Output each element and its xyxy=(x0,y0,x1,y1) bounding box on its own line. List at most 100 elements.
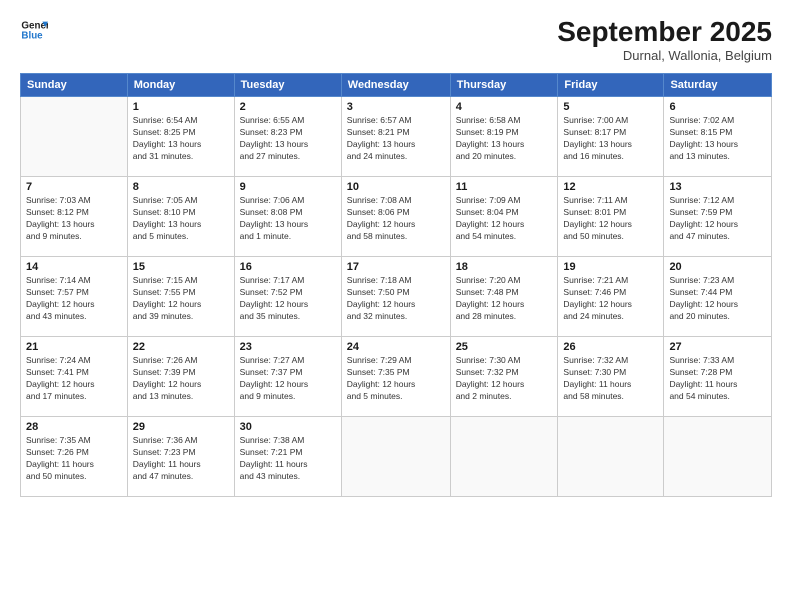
day-number: 26 xyxy=(563,341,658,353)
day-number: 17 xyxy=(347,261,445,273)
table-row: 19 Sunrise: 7:21 AMSunset: 7:46 PMDayligh… xyxy=(558,257,664,337)
day-info: Sunrise: 7:21 AMSunset: 7:46 PMDaylight:… xyxy=(563,275,658,323)
col-monday: Monday xyxy=(127,74,234,97)
page-header: General Blue September 2025 Durnal, Wall… xyxy=(20,16,772,63)
day-number: 21 xyxy=(26,341,122,353)
day-number: 16 xyxy=(240,261,336,273)
day-info: Sunrise: 7:08 AMSunset: 8:06 PMDaylight:… xyxy=(347,195,445,243)
day-number: 6 xyxy=(669,101,766,113)
table-row: 1 Sunrise: 6:54 AMSunset: 8:25 PMDaylight… xyxy=(127,97,234,177)
title-block: September 2025 Durnal, Wallonia, Belgium xyxy=(557,16,772,63)
table-row: 5Sunrise: 7:00 AMSunset: 8:17 PMDaylight… xyxy=(558,97,664,177)
day-info: Sunrise: 7:38 AMSunset: 7:21 PMDaylight:… xyxy=(240,435,336,483)
table-row: 25 Sunrise: 7:30 AMSunset: 7:32 PMDayligh… xyxy=(450,337,558,417)
day-number: 23 xyxy=(240,341,336,353)
table-row: 27Sunrise: 7:33 AMSunset: 7:28 PMDayligh… xyxy=(664,337,772,417)
day-number: 18 xyxy=(456,261,553,273)
day-info: Sunrise: 7:05 AMSunset: 8:10 PMDaylight:… xyxy=(133,195,229,243)
svg-text:Blue: Blue xyxy=(21,30,43,41)
day-info: Sunrise: 6:55 AMSunset: 8:23 PMDaylight:… xyxy=(240,115,336,163)
table-row xyxy=(450,417,558,497)
table-row: 21 Sunrise: 7:24 AMSunset: 7:41 PMDayligh… xyxy=(21,337,128,417)
day-info: Sunrise: 7:24 AMSunset: 7:41 PMDaylight:… xyxy=(26,355,122,403)
day-info: Sunrise: 7:36 AMSunset: 7:23 PMDaylight:… xyxy=(133,435,229,483)
day-info: Sunrise: 7:29 AMSunset: 7:35 PMDaylight:… xyxy=(347,355,445,403)
table-row xyxy=(21,97,128,177)
day-number: 20 xyxy=(669,261,766,273)
col-wednesday: Wednesday xyxy=(341,74,450,97)
day-info: Sunrise: 7:15 AMSunset: 7:55 PMDaylight:… xyxy=(133,275,229,323)
day-number: 24 xyxy=(347,341,445,353)
day-info: Sunrise: 7:17 AMSunset: 7:52 PMDaylight:… xyxy=(240,275,336,323)
logo: General Blue xyxy=(20,16,48,44)
table-row: 28 Sunrise: 7:35 AMSunset: 7:26 PMDayligh… xyxy=(21,417,128,497)
day-info: Sunrise: 6:58 AMSunset: 8:19 PMDaylight:… xyxy=(456,115,553,163)
col-tuesday: Tuesday xyxy=(234,74,341,97)
table-row: 12 Sunrise: 7:11 AMSunset: 8:01 PMDayligh… xyxy=(558,177,664,257)
day-number: 7 xyxy=(26,181,122,193)
day-info: Sunrise: 7:18 AMSunset: 7:50 PMDaylight:… xyxy=(347,275,445,323)
calendar-table: Sunday Monday Tuesday Wednesday Thursday… xyxy=(20,73,772,497)
calendar-header-row: Sunday Monday Tuesday Wednesday Thursday… xyxy=(21,74,772,97)
table-row: 18Sunrise: 7:20 AMSunset: 7:48 PMDayligh… xyxy=(450,257,558,337)
day-info: Sunrise: 7:12 AMSunset: 7:59 PMDaylight:… xyxy=(669,195,766,243)
table-row: 14 Sunrise: 7:14 AMSunset: 7:57 PMDayligh… xyxy=(21,257,128,337)
table-row: 7 Sunrise: 7:03 AMSunset: 8:12 PMDaylight… xyxy=(21,177,128,257)
day-info: Sunrise: 7:26 AMSunset: 7:39 PMDaylight:… xyxy=(133,355,229,403)
day-number: 13 xyxy=(669,181,766,193)
day-info: Sunrise: 6:57 AMSunset: 8:21 PMDaylight:… xyxy=(347,115,445,163)
location: Durnal, Wallonia, Belgium xyxy=(557,48,772,63)
table-row: 30Sunrise: 7:38 AMSunset: 7:21 PMDayligh… xyxy=(234,417,341,497)
month-year: September 2025 xyxy=(557,16,772,48)
day-number: 12 xyxy=(563,181,658,193)
day-number: 15 xyxy=(133,261,229,273)
table-row: 10Sunrise: 7:08 AMSunset: 8:06 PMDayligh… xyxy=(341,177,450,257)
day-info: Sunrise: 7:27 AMSunset: 7:37 PMDaylight:… xyxy=(240,355,336,403)
table-row: 8 Sunrise: 7:05 AMSunset: 8:10 PMDaylight… xyxy=(127,177,234,257)
table-row: 17 Sunrise: 7:18 AMSunset: 7:50 PMDayligh… xyxy=(341,257,450,337)
day-number: 22 xyxy=(133,341,229,353)
table-row: 29 Sunrise: 7:36 AMSunset: 7:23 PMDayligh… xyxy=(127,417,234,497)
day-info: Sunrise: 7:06 AMSunset: 8:08 PMDaylight:… xyxy=(240,195,336,243)
table-row: 16 Sunrise: 7:17 AMSunset: 7:52 PMDayligh… xyxy=(234,257,341,337)
table-row: 6 Sunrise: 7:02 AMSunset: 8:15 PMDaylight… xyxy=(664,97,772,177)
day-number: 29 xyxy=(133,421,229,433)
day-info: Sunrise: 7:03 AMSunset: 8:12 PMDaylight:… xyxy=(26,195,122,243)
table-row: 3 Sunrise: 6:57 AMSunset: 8:21 PMDaylight… xyxy=(341,97,450,177)
day-number: 9 xyxy=(240,181,336,193)
table-row xyxy=(558,417,664,497)
logo-icon: General Blue xyxy=(20,16,48,44)
table-row: 22 Sunrise: 7:26 AMSunset: 7:39 PMDayligh… xyxy=(127,337,234,417)
col-friday: Friday xyxy=(558,74,664,97)
day-info: Sunrise: 7:30 AMSunset: 7:32 PMDaylight:… xyxy=(456,355,553,403)
day-info: Sunrise: 7:11 AMSunset: 8:01 PMDaylight:… xyxy=(563,195,658,243)
day-info: Sunrise: 7:02 AMSunset: 8:15 PMDaylight:… xyxy=(669,115,766,163)
day-info: Sunrise: 7:32 AMSunset: 7:30 PMDaylight:… xyxy=(563,355,658,403)
table-row: 20Sunrise: 7:23 AMSunset: 7:44 PMDayligh… xyxy=(664,257,772,337)
table-row: 24 Sunrise: 7:29 AMSunset: 7:35 PMDayligh… xyxy=(341,337,450,417)
day-number: 11 xyxy=(456,181,553,193)
day-number: 8 xyxy=(133,181,229,193)
day-info: Sunrise: 7:35 AMSunset: 7:26 PMDaylight:… xyxy=(26,435,122,483)
table-row: 2 Sunrise: 6:55 AMSunset: 8:23 PMDaylight… xyxy=(234,97,341,177)
table-row xyxy=(341,417,450,497)
day-number: 28 xyxy=(26,421,122,433)
day-info: Sunrise: 7:33 AMSunset: 7:28 PMDaylight:… xyxy=(669,355,766,403)
day-number: 5 xyxy=(563,101,658,113)
day-info: Sunrise: 7:09 AMSunset: 8:04 PMDaylight:… xyxy=(456,195,553,243)
table-row: 15 Sunrise: 7:15 AMSunset: 7:55 PMDayligh… xyxy=(127,257,234,337)
table-row: 4Sunrise: 6:58 AMSunset: 8:19 PMDaylight… xyxy=(450,97,558,177)
day-number: 3 xyxy=(347,101,445,113)
day-number: 2 xyxy=(240,101,336,113)
day-number: 1 xyxy=(133,101,229,113)
day-number: 19 xyxy=(563,261,658,273)
table-row: 13 Sunrise: 7:12 AMSunset: 7:59 PMDayligh… xyxy=(664,177,772,257)
col-sunday: Sunday xyxy=(21,74,128,97)
calendar-page: General Blue September 2025 Durnal, Wall… xyxy=(0,0,792,612)
table-row: 9 Sunrise: 7:06 AMSunset: 8:08 PMDaylight… xyxy=(234,177,341,257)
day-info: Sunrise: 6:54 AMSunset: 8:25 PMDaylight:… xyxy=(133,115,229,163)
day-info: Sunrise: 7:14 AMSunset: 7:57 PMDaylight:… xyxy=(26,275,122,323)
day-number: 25 xyxy=(456,341,553,353)
table-row: 23 Sunrise: 7:27 AMSunset: 7:37 PMDayligh… xyxy=(234,337,341,417)
day-number: 14 xyxy=(26,261,122,273)
